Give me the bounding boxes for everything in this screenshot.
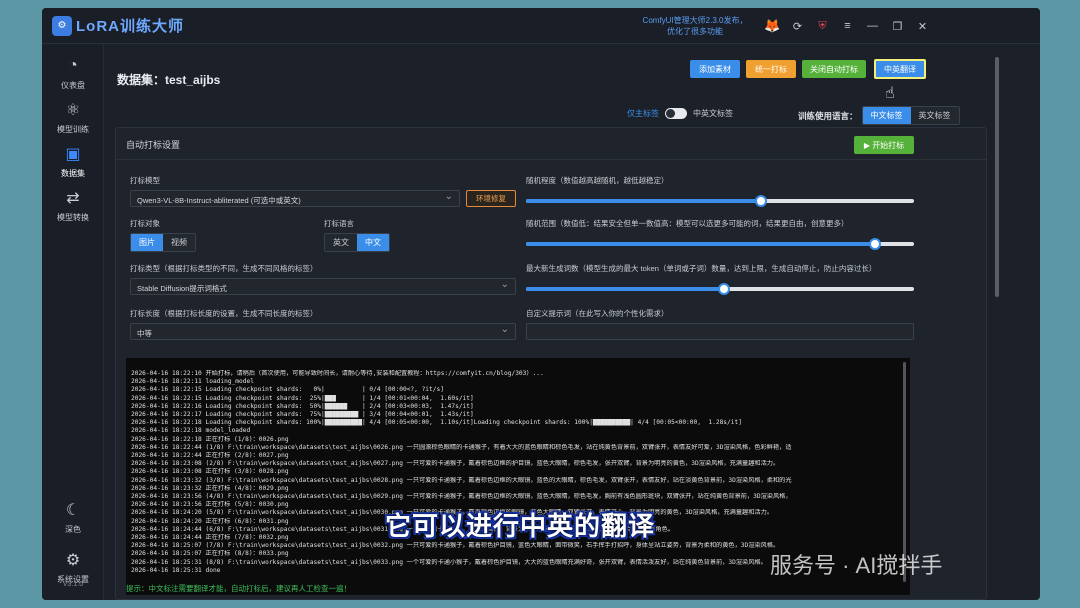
app-logo: ⚙ LoRA训练大师 <box>52 15 184 36</box>
log-line: 2026-04-16 18:22:18 model_loaded <box>131 427 251 435</box>
target-selector: 图片 视频 <box>130 233 196 252</box>
slider-handle[interactable] <box>869 238 882 250</box>
length-label: 打标长度（根据打标长度的设置，生成不同长度的标签） <box>130 309 318 318</box>
watermark: 服务号 · AI搅拌手 <box>770 553 943 578</box>
tag-options: 仅主标签 中英文标签 <box>627 108 733 119</box>
convert-icon: ⇄ <box>66 190 80 207</box>
log-line: 2026-04-16 18:22:10 开始打标，请稍后（首次使用，可能导致时间… <box>131 370 544 377</box>
train-lang-label: 训练使用语言： <box>798 110 858 121</box>
moon-icon: ☾ <box>65 502 81 519</box>
page-title: 数据集：test_aijbs <box>117 73 221 87</box>
dashboard-icon: ◔ <box>68 57 78 74</box>
slider-handle[interactable] <box>717 283 730 295</box>
log-line: 2026-04-16 18:22:18 正在打标 (1/8)：0026.png <box>131 435 289 443</box>
slider-fill <box>526 287 724 291</box>
video-subtitle: 它可以进行中英的翻译 <box>385 511 656 541</box>
max-tokens-slider[interactable] <box>526 283 914 295</box>
batch-tag-button[interactable]: 统一打标 <box>746 60 796 78</box>
option-english[interactable]: 英文 <box>325 234 357 251</box>
only-tags-label: 仅主标签 <box>627 109 659 118</box>
slider-handle[interactable] <box>754 195 767 207</box>
window-controls: 🦊 ⟳ ⛨ ≡ — ❐ ✕ <box>760 16 935 36</box>
random-label: 随机程度（数值越高越随机，越低越稳定） <box>526 176 669 185</box>
fox-icon[interactable]: 🦊 <box>760 16 785 36</box>
sidebar-label: 模型训练 <box>57 125 89 134</box>
sidebar-item-dataset[interactable]: ▣ 数据集 <box>42 144 104 186</box>
env-fix-button[interactable]: 环境修复 <box>466 190 516 207</box>
log-line: 2026-04-16 18:22:11 loading_model <box>131 378 254 386</box>
panel-title: 自动打标设置 <box>126 140 181 150</box>
option-en-tags[interactable]: 英文标签 <box>910 107 959 124</box>
log-lines: 2026-04-16 18:22:10 开始打标，请稍后（首次使用，可能导致时间… <box>131 370 905 575</box>
sidebar-label: 数据集 <box>61 169 85 178</box>
page-scrollbar[interactable] <box>995 57 999 297</box>
version-label: V3.1.0 <box>62 581 84 588</box>
log-line: 2026-04-16 18:22:17 Loading checkpoint s… <box>131 411 474 419</box>
sidebar-label: 模型转换 <box>57 213 89 222</box>
tag-lang-selector: 英文 中文 <box>324 233 390 252</box>
target-label: 打标对象 <box>130 219 160 228</box>
update-notice[interactable]: ComfyUI管理大师2.3.0发布，优化了很多功能 <box>640 15 750 37</box>
sidebar-label: 深色 <box>65 525 81 534</box>
option-video[interactable]: 视频 <box>163 234 195 251</box>
custom-prompt-label: 自定义提示词（在此写入你的个性化需求） <box>526 309 669 318</box>
type-select[interactable]: Stable Diffusion提示词格式 <box>130 278 516 295</box>
train-lang-selector: 中文标签 英文标签 <box>861 106 960 125</box>
tag-lang-label: 打标语言 <box>324 219 354 228</box>
bilingual-toggle[interactable] <box>665 108 687 119</box>
app-title: LoRA训练大师 <box>76 18 184 35</box>
range-slider[interactable] <box>526 238 914 250</box>
max-tokens-label: 最大新生成词数（模型生成的最大 token（单词或子词）数量，达到上限，生成自动… <box>526 264 877 273</box>
train-language: 训练使用语言： 中文标签 英文标签 <box>798 106 960 125</box>
log-line: 2026-04-16 18:23:56 (4/8) F:\train\works… <box>131 493 792 501</box>
log-line: 2026-04-16 18:23:08 正在打标 (3/8)：0028.png <box>131 468 289 476</box>
close-auto-tag-button[interactable]: 关闭自动打标 <box>802 60 866 78</box>
log-line: 2026-04-16 18:22:44 正在打标 (2/8)：0027.png <box>131 452 289 460</box>
panel-header: 自动打标设置 ▶ 开始打标 <box>116 128 986 160</box>
start-tag-button[interactable]: ▶ 开始打标 <box>854 136 914 154</box>
bilingual-label: 中英文标签 <box>693 109 733 118</box>
log-line: 2026-04-16 18:23:32 正在打标 (4/8)：0029.png <box>131 484 289 492</box>
random-slider[interactable] <box>526 195 914 207</box>
logo-badge-icon: ⚙ <box>52 15 72 36</box>
settings-icon: ⚙ <box>65 552 81 569</box>
add-material-button[interactable]: 添加素材 <box>690 60 740 78</box>
option-cn-tags[interactable]: 中文标签 <box>862 107 911 124</box>
length-select[interactable]: 中等 <box>130 323 516 340</box>
translate-button[interactable]: 中英翻译 <box>874 59 926 79</box>
restore-icon[interactable]: ❐ <box>885 16 910 36</box>
slider-fill <box>526 242 876 246</box>
log-line: 2026-04-16 18:23:08 (2/8) F:\train\works… <box>131 460 780 468</box>
sidebar-item-convert[interactable]: ⇄ 模型转换 <box>42 188 104 230</box>
shield-icon[interactable]: ⛨ <box>810 16 835 36</box>
log-line: 2026-04-16 18:22:15 Loading checkpoint s… <box>131 386 444 394</box>
dataset-icon: ▣ <box>65 146 81 163</box>
sidebar-label: 仪表盘 <box>61 81 85 90</box>
log-line: 2026-04-16 18:22:18 Loading checkpoint s… <box>131 419 742 427</box>
range-label: 随机范围（数值低：结果安全但单一数值高：模型可以选更多可能的词，结果更自由，创意… <box>526 219 849 228</box>
sidebar-item-dashboard[interactable]: ◔ 仪表盘 <box>42 56 104 98</box>
log-line: 2026-04-16 18:22:15 Loading checkpoint s… <box>131 394 474 402</box>
model-label: 打标模型 <box>130 176 160 185</box>
menu-icon[interactable]: ≡ <box>835 16 860 36</box>
mouse-cursor-icon: ☝ <box>885 85 895 102</box>
sidebar: ◔ 仪表盘 ⚛ 模型训练 ▣ 数据集 ⇄ 模型转换 ☾ 深色 ⚙ 系统设置 V3… <box>42 44 104 600</box>
train-icon: ⚛ <box>65 102 81 119</box>
log-line: 2026-04-16 18:22:44 (1/8) F:\train\works… <box>131 443 792 451</box>
minimize-icon[interactable]: — <box>860 16 885 36</box>
custom-prompt-input[interactable] <box>526 323 914 340</box>
hint-text: 提示：中文标注需要翻译才能，自动打标后，建议再人工检查一遍！ <box>126 584 351 593</box>
sidebar-item-train[interactable]: ⚛ 模型训练 <box>42 100 104 142</box>
option-image[interactable]: 图片 <box>131 234 163 251</box>
log-line: 2026-04-16 18:23:32 (3/8) F:\train\works… <box>131 476 792 484</box>
close-icon[interactable]: ✕ <box>910 16 935 36</box>
log-line: 2026-04-16 18:22:16 Loading checkpoint s… <box>131 402 474 410</box>
slider-fill <box>526 199 761 203</box>
model-select[interactable]: Qwen3-VL-8B-Instruct-abliterated (可选中或英文… <box>130 190 460 207</box>
theme-toggle[interactable]: ☾ 深色 <box>42 500 104 542</box>
option-chinese[interactable]: 中文 <box>357 234 389 251</box>
type-label: 打标类型（根据打标类型的不同，生成不同风格的标签） <box>130 264 318 273</box>
title-bar: ⚙ LoRA训练大师 ComfyUI管理大师2.3.0发布，优化了很多功能 🦊 … <box>42 8 1040 44</box>
refresh-icon[interactable]: ⟳ <box>785 16 810 36</box>
